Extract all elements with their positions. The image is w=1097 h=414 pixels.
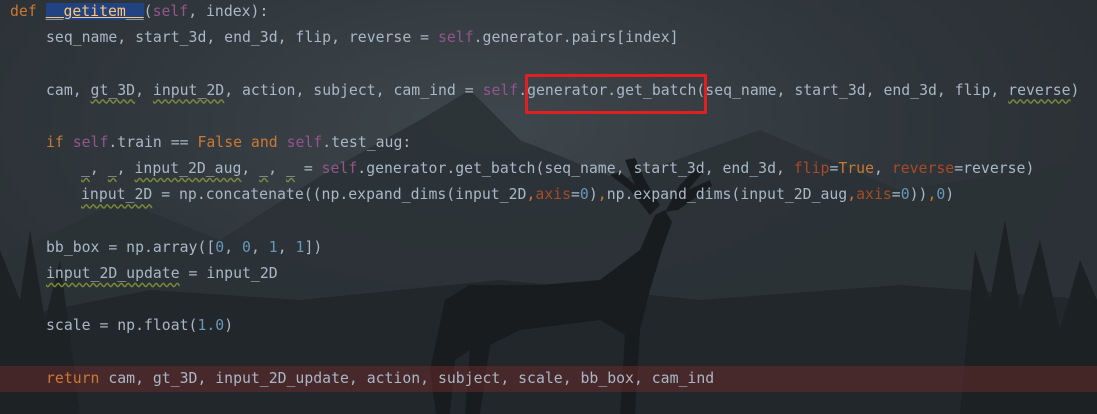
code-line[interactable] bbox=[0, 340, 1097, 366]
code-token: , bbox=[241, 160, 260, 178]
code-token: , action, subject, cam_ind = bbox=[224, 81, 483, 99]
code-token: .train == bbox=[108, 134, 198, 151]
code-token: return bbox=[46, 369, 109, 387]
code-token: 0 bbox=[579, 186, 589, 204]
code-token: cam, gt_3D, input_2D_update, action, sub… bbox=[108, 369, 715, 387]
code-token: def bbox=[10, 3, 46, 20]
code-token: = bbox=[294, 160, 322, 178]
code-token: .generator.pairs[index] bbox=[473, 29, 679, 47]
code-token: _ bbox=[285, 160, 295, 178]
code-token: ]) bbox=[304, 238, 323, 256]
code-editor[interactable]: def __getitem__(self, index): seq_name, s… bbox=[0, 0, 1097, 414]
code-token: gt_3D bbox=[90, 81, 136, 99]
code-token: 1.0 bbox=[197, 317, 225, 335]
code-line[interactable]: _, _, input_2D_aug, _, _ = self.generato… bbox=[0, 156, 1097, 182]
code-token: , bbox=[597, 186, 607, 204]
code-token: _ bbox=[107, 160, 117, 178]
code-token: seq_name, start_3d, end_3d, flip, revers… bbox=[46, 29, 438, 47]
code-token: scale = np.float( bbox=[46, 317, 198, 335]
code-token: , bbox=[874, 160, 892, 178]
code-token: flip bbox=[793, 160, 830, 178]
code-token: _ bbox=[259, 160, 269, 178]
code-token: , bbox=[116, 160, 135, 178]
code-token: __getitem__ bbox=[45, 3, 144, 20]
code-line[interactable]: seq_name, start_3d, end_3d, flip, revers… bbox=[0, 25, 1097, 51]
code-token: = input_2D bbox=[179, 265, 278, 282]
code-token: input_2D_aug bbox=[134, 160, 242, 178]
code-token: , bbox=[277, 238, 296, 256]
code-token: reverse bbox=[891, 160, 955, 178]
code-token: bb_box = np.array([ bbox=[46, 238, 216, 256]
code-token: False bbox=[197, 134, 251, 151]
code-token: ) bbox=[1070, 81, 1080, 99]
code-token: , bbox=[135, 81, 153, 99]
code-line[interactable]: return cam, gt_3D, input_2D_update, acti… bbox=[0, 365, 1097, 392]
code-token: =reverse) bbox=[954, 160, 1035, 178]
code-token: axis bbox=[856, 186, 892, 204]
code-token: .test_aug: bbox=[322, 134, 412, 151]
code-line[interactable]: bb_box = np.array([0, 0, 1, 1]) bbox=[0, 235, 1097, 261]
code-token: axis bbox=[535, 186, 571, 204]
code-line[interactable]: input_2D = np.concatenate((np.expand_dim… bbox=[0, 182, 1097, 208]
code-token: , bbox=[250, 238, 269, 256]
code-token: cam, bbox=[46, 81, 91, 99]
code-token: 0 bbox=[936, 186, 946, 204]
annotation-red-box bbox=[525, 74, 707, 114]
code-token: 0 bbox=[242, 238, 251, 256]
code-line[interactable] bbox=[0, 209, 1097, 235]
code-token: 0 bbox=[215, 238, 225, 256]
code-token: self bbox=[482, 81, 519, 99]
code-token: self bbox=[72, 134, 109, 151]
code-token: 0 bbox=[900, 186, 910, 204]
code-token: ) bbox=[224, 317, 234, 335]
code-token: = bbox=[891, 186, 901, 204]
code-token: = np.concatenate((np.expand_dims(input_2… bbox=[152, 186, 527, 204]
code-line[interactable] bbox=[0, 287, 1097, 313]
code-token: ) bbox=[945, 186, 955, 204]
code-token: np.expand_dims(input_2D_aug bbox=[606, 186, 848, 204]
code-token: self bbox=[286, 134, 323, 151]
code-token: )) bbox=[909, 186, 928, 204]
code-token: reverse bbox=[1008, 81, 1071, 99]
code-token: if bbox=[46, 134, 73, 151]
code-token: , bbox=[847, 186, 857, 204]
code-token: True bbox=[838, 160, 874, 178]
code-token: ) bbox=[588, 186, 598, 204]
code-token: ( bbox=[143, 3, 153, 20]
code-token: self bbox=[437, 29, 474, 47]
code-token: self bbox=[321, 160, 358, 178]
code-token: input_2D_update bbox=[46, 265, 180, 282]
code-token: and bbox=[250, 134, 287, 151]
code-token: , bbox=[224, 238, 243, 256]
code-token: .generator.get_batch(seq_name, start_3d,… bbox=[357, 160, 794, 178]
code-token: , bbox=[268, 160, 286, 178]
code-token: , index): bbox=[188, 3, 269, 20]
code-token: = bbox=[571, 186, 580, 204]
code-line[interactable]: if self.train == False and self.test_aug… bbox=[0, 130, 1097, 156]
code-token: _ bbox=[81, 160, 90, 178]
code-token: input_2D bbox=[81, 186, 153, 204]
code-token: 1 bbox=[268, 238, 278, 256]
code-token: input_2D bbox=[152, 81, 225, 99]
code-token: self bbox=[152, 3, 189, 20]
code-line[interactable]: input_2D_update = input_2D bbox=[0, 261, 1097, 287]
code-line[interactable]: scale = np.float(1.0) bbox=[0, 313, 1097, 339]
code-token: , bbox=[89, 160, 108, 178]
code-line[interactable]: def __getitem__(self, index): bbox=[0, 0, 1097, 25]
